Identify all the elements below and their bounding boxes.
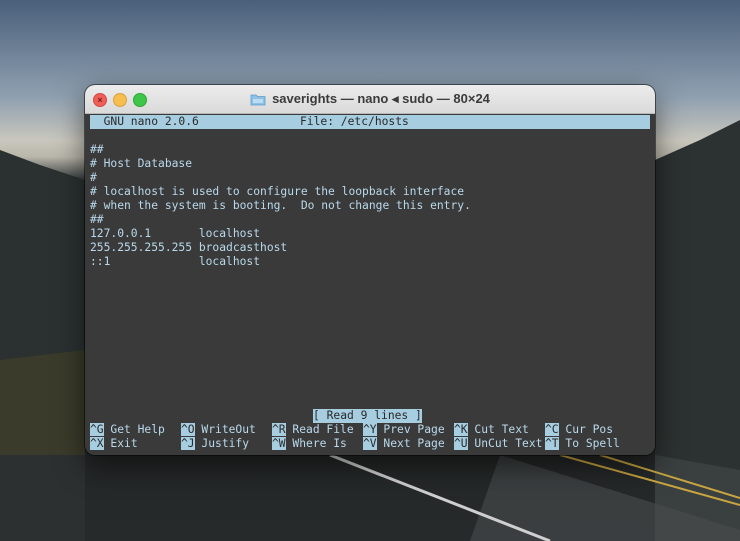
file-line: # localhost is used to configure the loo… — [90, 185, 465, 198]
shortcut-label: UnCut Text — [467, 437, 543, 450]
shortcut-label: Cur Pos — [558, 423, 614, 436]
folder-icon — [250, 94, 266, 105]
shortcut-key: ^K — [454, 423, 468, 436]
shortcut-label: Read File — [285, 423, 354, 436]
nano-file-label: File: /etc/hosts — [300, 115, 409, 128]
shortcut-label: Where Is — [285, 437, 347, 450]
file-line: ## — [90, 213, 104, 226]
shortcut-label: Justify — [194, 437, 250, 450]
shortcut-label: To Spell — [558, 437, 620, 450]
shortcut-next-page[interactable]: ^V Next Page — [363, 437, 445, 451]
shortcut-exit[interactable]: ^X Exit — [90, 437, 138, 451]
shortcut-prev-page[interactable]: ^Y Prev Page — [363, 423, 445, 437]
shortcut-key: ^V — [363, 437, 377, 450]
status-message: [ Read 9 lines ] — [313, 409, 422, 423]
shortcut-cur-pos[interactable]: ^C Cur Pos — [545, 423, 613, 437]
shortcut-key: ^J — [181, 437, 195, 450]
file-line: 255.255.255.255 broadcasthost — [90, 241, 288, 254]
file-line: ::1 localhost — [90, 255, 261, 268]
file-line: ## — [90, 143, 104, 156]
shortcut-uncut-text[interactable]: ^U UnCut Text — [454, 437, 542, 451]
file-line: # — [90, 171, 97, 184]
shortcut-to-spell[interactable]: ^T To Spell — [545, 437, 620, 451]
shortcut-justify[interactable]: ^J Justify — [181, 437, 249, 451]
shortcut-key: ^G — [90, 423, 104, 436]
shortcut-cut-text[interactable]: ^K Cut Text — [454, 423, 529, 437]
shortcut-label: WriteOut — [194, 423, 256, 436]
shortcut-key: ^U — [454, 437, 468, 450]
shortcut-get-help[interactable]: ^G Get Help — [90, 423, 165, 437]
shortcut-label: Cut Text — [467, 423, 529, 436]
shortcut-writeout[interactable]: ^O WriteOut — [181, 423, 256, 437]
shortcut-label: Exit — [103, 437, 138, 450]
shortcut-bar: ^G Get Help ^O WriteOut ^R Read File ^Y … — [90, 423, 650, 451]
window-title: saverights — nano ◂ sudo — 80×24 — [272, 91, 490, 106]
nano-header: GNU nano 2.0.6 File: /etc/hosts — [90, 115, 650, 129]
file-line: # when the system is booting. Do not cha… — [90, 199, 471, 212]
shortcut-key: ^Y — [363, 423, 377, 436]
nano-version: GNU nano 2.0.6 — [90, 115, 199, 128]
shortcut-key: ^O — [181, 423, 195, 436]
shortcut-key: ^W — [272, 437, 286, 450]
shortcut-key: ^X — [90, 437, 104, 450]
shortcut-where-is[interactable]: ^W Where Is — [272, 437, 347, 451]
terminal-area[interactable]: GNU nano 2.0.6 File: /etc/hosts ## # Host… — [85, 114, 655, 455]
shortcut-label: Next Page — [376, 437, 445, 450]
shortcut-label: Get Help — [103, 423, 165, 436]
file-line: # Host Database — [90, 157, 193, 170]
shortcut-key: ^T — [545, 437, 559, 450]
shortcut-label: Prev Page — [376, 423, 445, 436]
file-line: 127.0.0.1 localhost — [90, 227, 261, 240]
terminal-window[interactable]: × saverights — nano ◂ sudo — 80×24 GNU n… — [85, 85, 655, 455]
shortcut-key: ^C — [545, 423, 559, 436]
window-title-group: saverights — nano ◂ sudo — 80×24 — [85, 85, 655, 113]
shortcut-key: ^R — [272, 423, 286, 436]
shortcut-read-file[interactable]: ^R Read File — [272, 423, 354, 437]
title-bar[interactable]: × saverights — nano ◂ sudo — 80×24 — [85, 85, 655, 114]
